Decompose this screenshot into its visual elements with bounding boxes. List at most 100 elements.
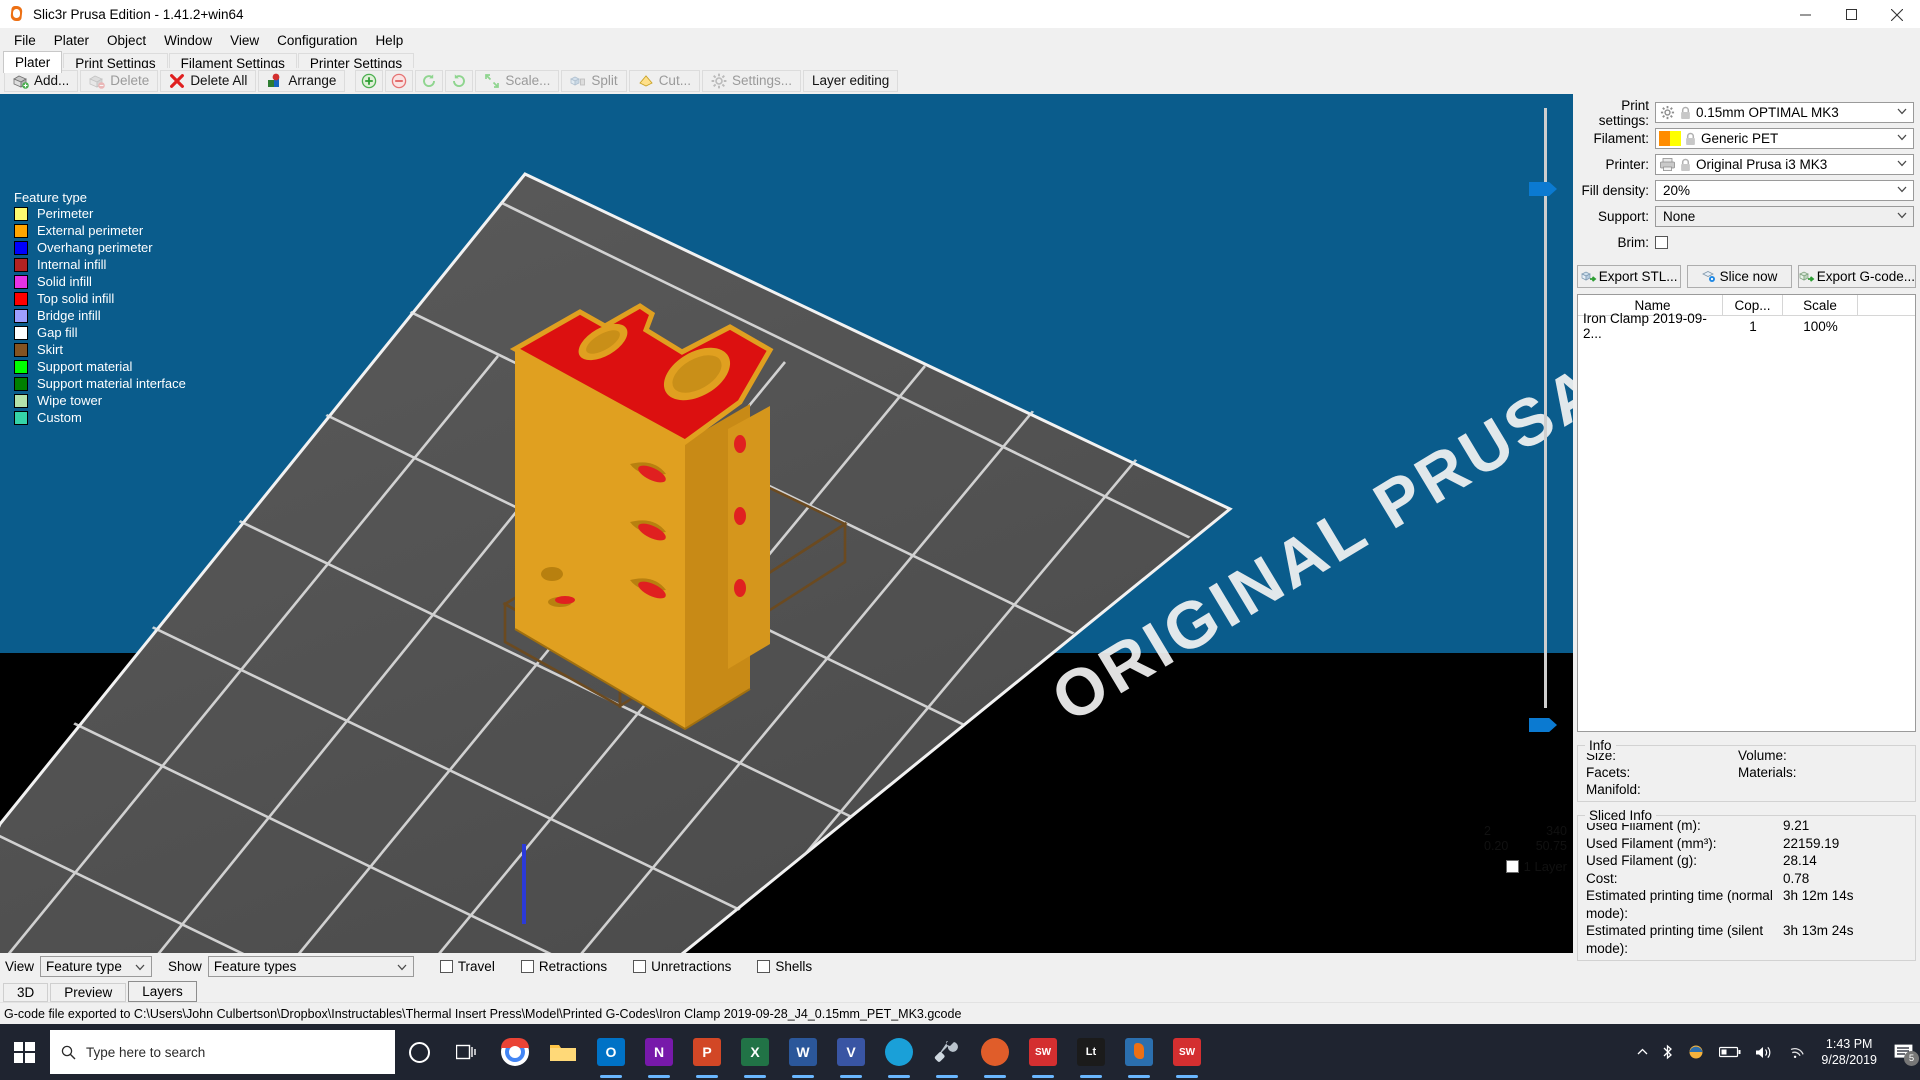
export-stl-button[interactable]: Export STL... (1577, 265, 1681, 288)
split-button-label: Split (591, 73, 617, 88)
browser-icon[interactable] (875, 1024, 923, 1080)
legend-label: Support material (37, 359, 132, 374)
volume-icon[interactable] (1755, 1045, 1772, 1060)
notification-center-icon[interactable]: 5 (1894, 1044, 1913, 1061)
delete-button[interactable]: Delete (80, 70, 158, 92)
tab-preview[interactable]: Preview (50, 983, 126, 1002)
start-button[interactable] (0, 1024, 48, 1080)
export-gcode-button[interactable]: Export G-code... (1798, 265, 1916, 288)
column-header-scale[interactable]: Scale (1783, 295, 1858, 315)
tab-3d[interactable]: 3D (3, 983, 48, 1002)
column-header-copies[interactable]: Cop... (1723, 295, 1783, 315)
chevron-down-icon[interactable] (135, 964, 145, 971)
printer-combo[interactable]: Original Prusa i3 MK3 (1655, 154, 1914, 175)
retractions-checkbox[interactable]: Retractions (521, 959, 607, 974)
arrange-button[interactable]: Arrange (258, 70, 345, 92)
3d-viewport[interactable]: ORIGINAL PRUSA (0, 94, 1573, 953)
legend-item-skirt: Skirt (14, 341, 63, 358)
tool-icon[interactable] (923, 1024, 971, 1080)
unretractions-checkbox[interactable]: Unretractions (633, 959, 731, 974)
retractions-checkbox-box[interactable] (521, 960, 534, 973)
fill-density-combo[interactable]: 20% (1655, 180, 1914, 201)
tab-plater[interactable]: Plater (3, 51, 62, 73)
menu-window[interactable]: Window (155, 31, 221, 50)
tray-expand-icon[interactable] (1637, 1048, 1648, 1057)
menu-object[interactable]: Object (98, 31, 155, 50)
tab-layers[interactable]: Layers (128, 981, 197, 1002)
show-combo[interactable]: Feature types (208, 956, 414, 977)
menu-configuration[interactable]: Configuration (268, 31, 366, 50)
increase-copies-button[interactable] (355, 70, 383, 92)
filament-row: Filament: Generic PET (1577, 128, 1914, 149)
slic3r-icon[interactable] (1115, 1024, 1163, 1080)
layer-slider-lower-handle[interactable] (1529, 718, 1557, 732)
rotate-ccw-button[interactable] (415, 70, 443, 92)
taskbar-search[interactable]: Type here to search (50, 1030, 395, 1074)
paint-icon[interactable] (971, 1024, 1019, 1080)
view-combo[interactable]: Feature type (40, 956, 152, 977)
decrease-copies-button[interactable] (385, 70, 413, 92)
layer-slider-upper-handle[interactable] (1529, 182, 1557, 196)
visio-icon[interactable]: V (827, 1024, 875, 1080)
unretractions-checkbox-box[interactable] (633, 960, 646, 973)
object-list[interactable]: Name Cop... Scale Iron Clamp 2019-09-2..… (1577, 294, 1916, 732)
slice-now-button[interactable]: Slice now (1687, 265, 1791, 288)
battery-icon[interactable] (1719, 1046, 1741, 1058)
bluetooth-icon[interactable] (1662, 1044, 1673, 1060)
one-layer-checkbox-box[interactable] (1506, 860, 1519, 873)
support-combo[interactable]: None (1655, 206, 1914, 227)
brim-checkbox[interactable] (1655, 236, 1668, 249)
cut-button[interactable]: Cut... (629, 70, 700, 92)
shells-checkbox-box[interactable] (757, 960, 770, 973)
travel-checkbox[interactable]: Travel (440, 959, 495, 974)
taskbar-clock[interactable]: 1:43 PM 9/28/2019 (1821, 1036, 1877, 1068)
chevron-down-icon[interactable] (1897, 160, 1907, 167)
delete-all-button[interactable]: Delete All (160, 70, 256, 92)
chevron-down-icon[interactable] (1897, 212, 1907, 219)
chevron-down-icon[interactable] (1897, 108, 1907, 115)
layer-slider-track[interactable] (1544, 108, 1547, 708)
settings-button[interactable]: Settings... (702, 70, 801, 92)
menu-help[interactable]: Help (366, 31, 412, 50)
outlook-icon[interactable]: O (587, 1024, 635, 1080)
excel-icon[interactable]: X (731, 1024, 779, 1080)
maximize-button[interactable] (1828, 0, 1874, 29)
windows-taskbar: Type here to search O N P X W V SW Lt SW… (0, 1024, 1920, 1080)
powerpoint-icon[interactable]: P (683, 1024, 731, 1080)
menu-view[interactable]: View (221, 31, 268, 50)
onedrive-icon[interactable] (1687, 1045, 1705, 1059)
info-facets-label: Facets: (1586, 764, 1738, 781)
chevron-down-icon[interactable] (1897, 186, 1907, 193)
menu-plater[interactable]: Plater (45, 31, 98, 50)
legend-item-solid-infill: Solid infill (14, 273, 92, 290)
shells-checkbox[interactable]: Shells (757, 959, 812, 974)
minimize-button[interactable] (1782, 0, 1828, 29)
chevron-down-icon[interactable] (397, 964, 407, 971)
cortana-icon[interactable] (395, 1024, 443, 1080)
filament-combo[interactable]: Generic PET (1655, 128, 1914, 149)
file-explorer-icon[interactable] (539, 1024, 587, 1080)
menu-file[interactable]: File (5, 31, 45, 50)
layer-upper-height: 50.75 (1536, 839, 1567, 854)
print-settings-combo[interactable]: 0.15mm OPTIMAL MK3 (1655, 102, 1914, 123)
travel-checkbox-box[interactable] (440, 960, 453, 973)
search-placeholder: Type here to search (86, 1045, 205, 1060)
solidworks-icon[interactable]: SW (1019, 1024, 1067, 1080)
livetype-icon[interactable]: Lt (1067, 1024, 1115, 1080)
layer-editing-button[interactable]: Layer editing (803, 70, 898, 92)
column-header-extra[interactable] (1858, 295, 1915, 315)
solidworks2-icon[interactable]: SW (1163, 1024, 1211, 1080)
one-layer-checkbox[interactable]: 1 Layer (1506, 859, 1567, 874)
scale-button[interactable]: Scale... (475, 70, 559, 92)
print-settings-value: 0.15mm OPTIMAL MK3 (1696, 105, 1839, 120)
close-button[interactable] (1874, 0, 1920, 29)
rotate-cw-button[interactable] (445, 70, 473, 92)
word-icon[interactable]: W (779, 1024, 827, 1080)
split-button[interactable]: Split (561, 70, 626, 92)
task-view-icon[interactable] (443, 1024, 491, 1080)
chevron-down-icon[interactable] (1897, 134, 1907, 141)
onenote-icon[interactable]: N (635, 1024, 683, 1080)
chrome-icon[interactable] (491, 1024, 539, 1080)
table-row[interactable]: Iron Clamp 2019-09-2... 1 100% (1578, 316, 1915, 336)
wifi-icon[interactable] (1786, 1045, 1804, 1059)
